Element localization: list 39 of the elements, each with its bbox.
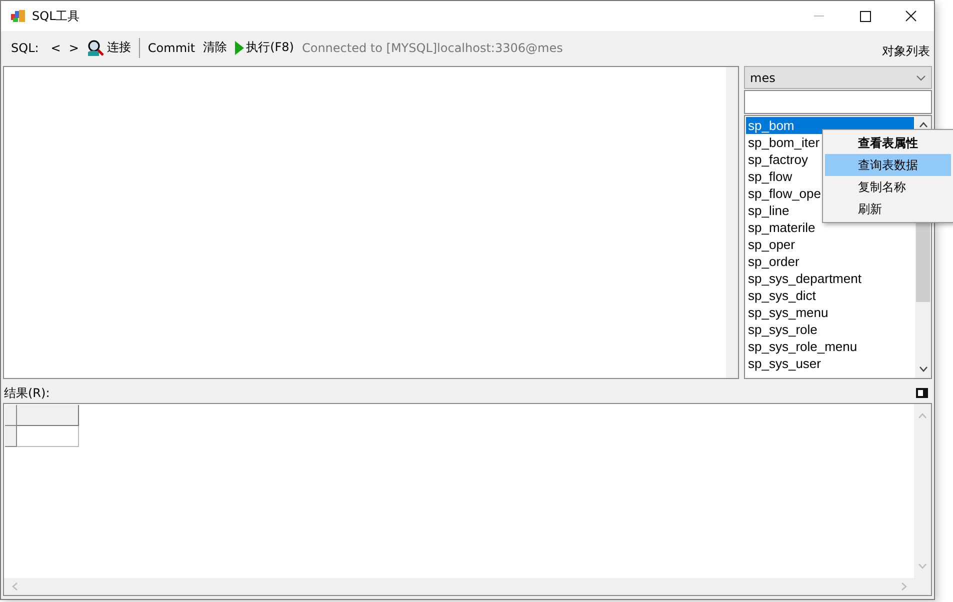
table-list-item[interactable]: sp_order xyxy=(746,253,914,270)
table-list-item[interactable]: sp_sys_department xyxy=(746,270,914,287)
grid-header-cell xyxy=(17,405,79,426)
clear-button[interactable]: 清除 xyxy=(199,38,232,58)
table-list-item[interactable]: sp_sys_menu xyxy=(746,304,914,321)
scroll-right-icon[interactable] xyxy=(901,582,907,591)
context-menu-item[interactable]: 复制名称 xyxy=(825,176,951,198)
chevron-down-icon xyxy=(916,74,926,80)
results-label: 结果(R): xyxy=(4,384,50,402)
object-list-label: 对象列表 xyxy=(882,43,930,60)
table-list-item[interactable]: sp_sys_dict xyxy=(746,287,914,304)
table-list-item[interactable]: sp_sys_role xyxy=(746,321,914,338)
commit-button[interactable]: Commit xyxy=(144,38,200,58)
sql-label: SQL: xyxy=(11,40,39,54)
app-icon xyxy=(10,8,26,24)
scrollbar[interactable] xyxy=(726,67,738,378)
play-icon xyxy=(235,40,244,54)
next-button[interactable]: > xyxy=(64,38,83,58)
table-list-item[interactable]: sp_sys_role_menu xyxy=(746,338,914,355)
panel-toggle-icon[interactable] xyxy=(916,388,928,398)
execute-button[interactable]: 执行(F8) xyxy=(231,38,298,58)
window-title: SQL工具 xyxy=(32,8,80,24)
connect-button[interactable]: 连接 xyxy=(82,38,135,58)
connection-status: Connected to [MYSQL]localhost:3306@mes xyxy=(302,40,563,54)
scroll-up-icon[interactable] xyxy=(918,122,928,128)
table-list-item[interactable]: sp_oper xyxy=(746,236,914,253)
scroll-down-icon[interactable] xyxy=(918,366,928,372)
grid-cell[interactable] xyxy=(17,426,79,447)
scroll-left-icon[interactable] xyxy=(12,582,18,591)
context-menu-item[interactable]: 查询表数据 xyxy=(825,154,951,176)
sql-editor[interactable] xyxy=(3,66,739,379)
connect-icon xyxy=(86,38,105,56)
previous-button[interactable]: < xyxy=(46,38,65,58)
database-dropdown[interactable]: mes xyxy=(744,66,932,89)
table-list-item[interactable]: sp_sys_user xyxy=(746,355,914,372)
filter-field[interactable] xyxy=(744,90,932,114)
table-list-item[interactable]: sp_materile xyxy=(746,219,914,236)
context-menu-item[interactable]: 刷新 xyxy=(825,198,951,220)
context-menu-item[interactable]: 查看表属性 xyxy=(825,132,951,154)
